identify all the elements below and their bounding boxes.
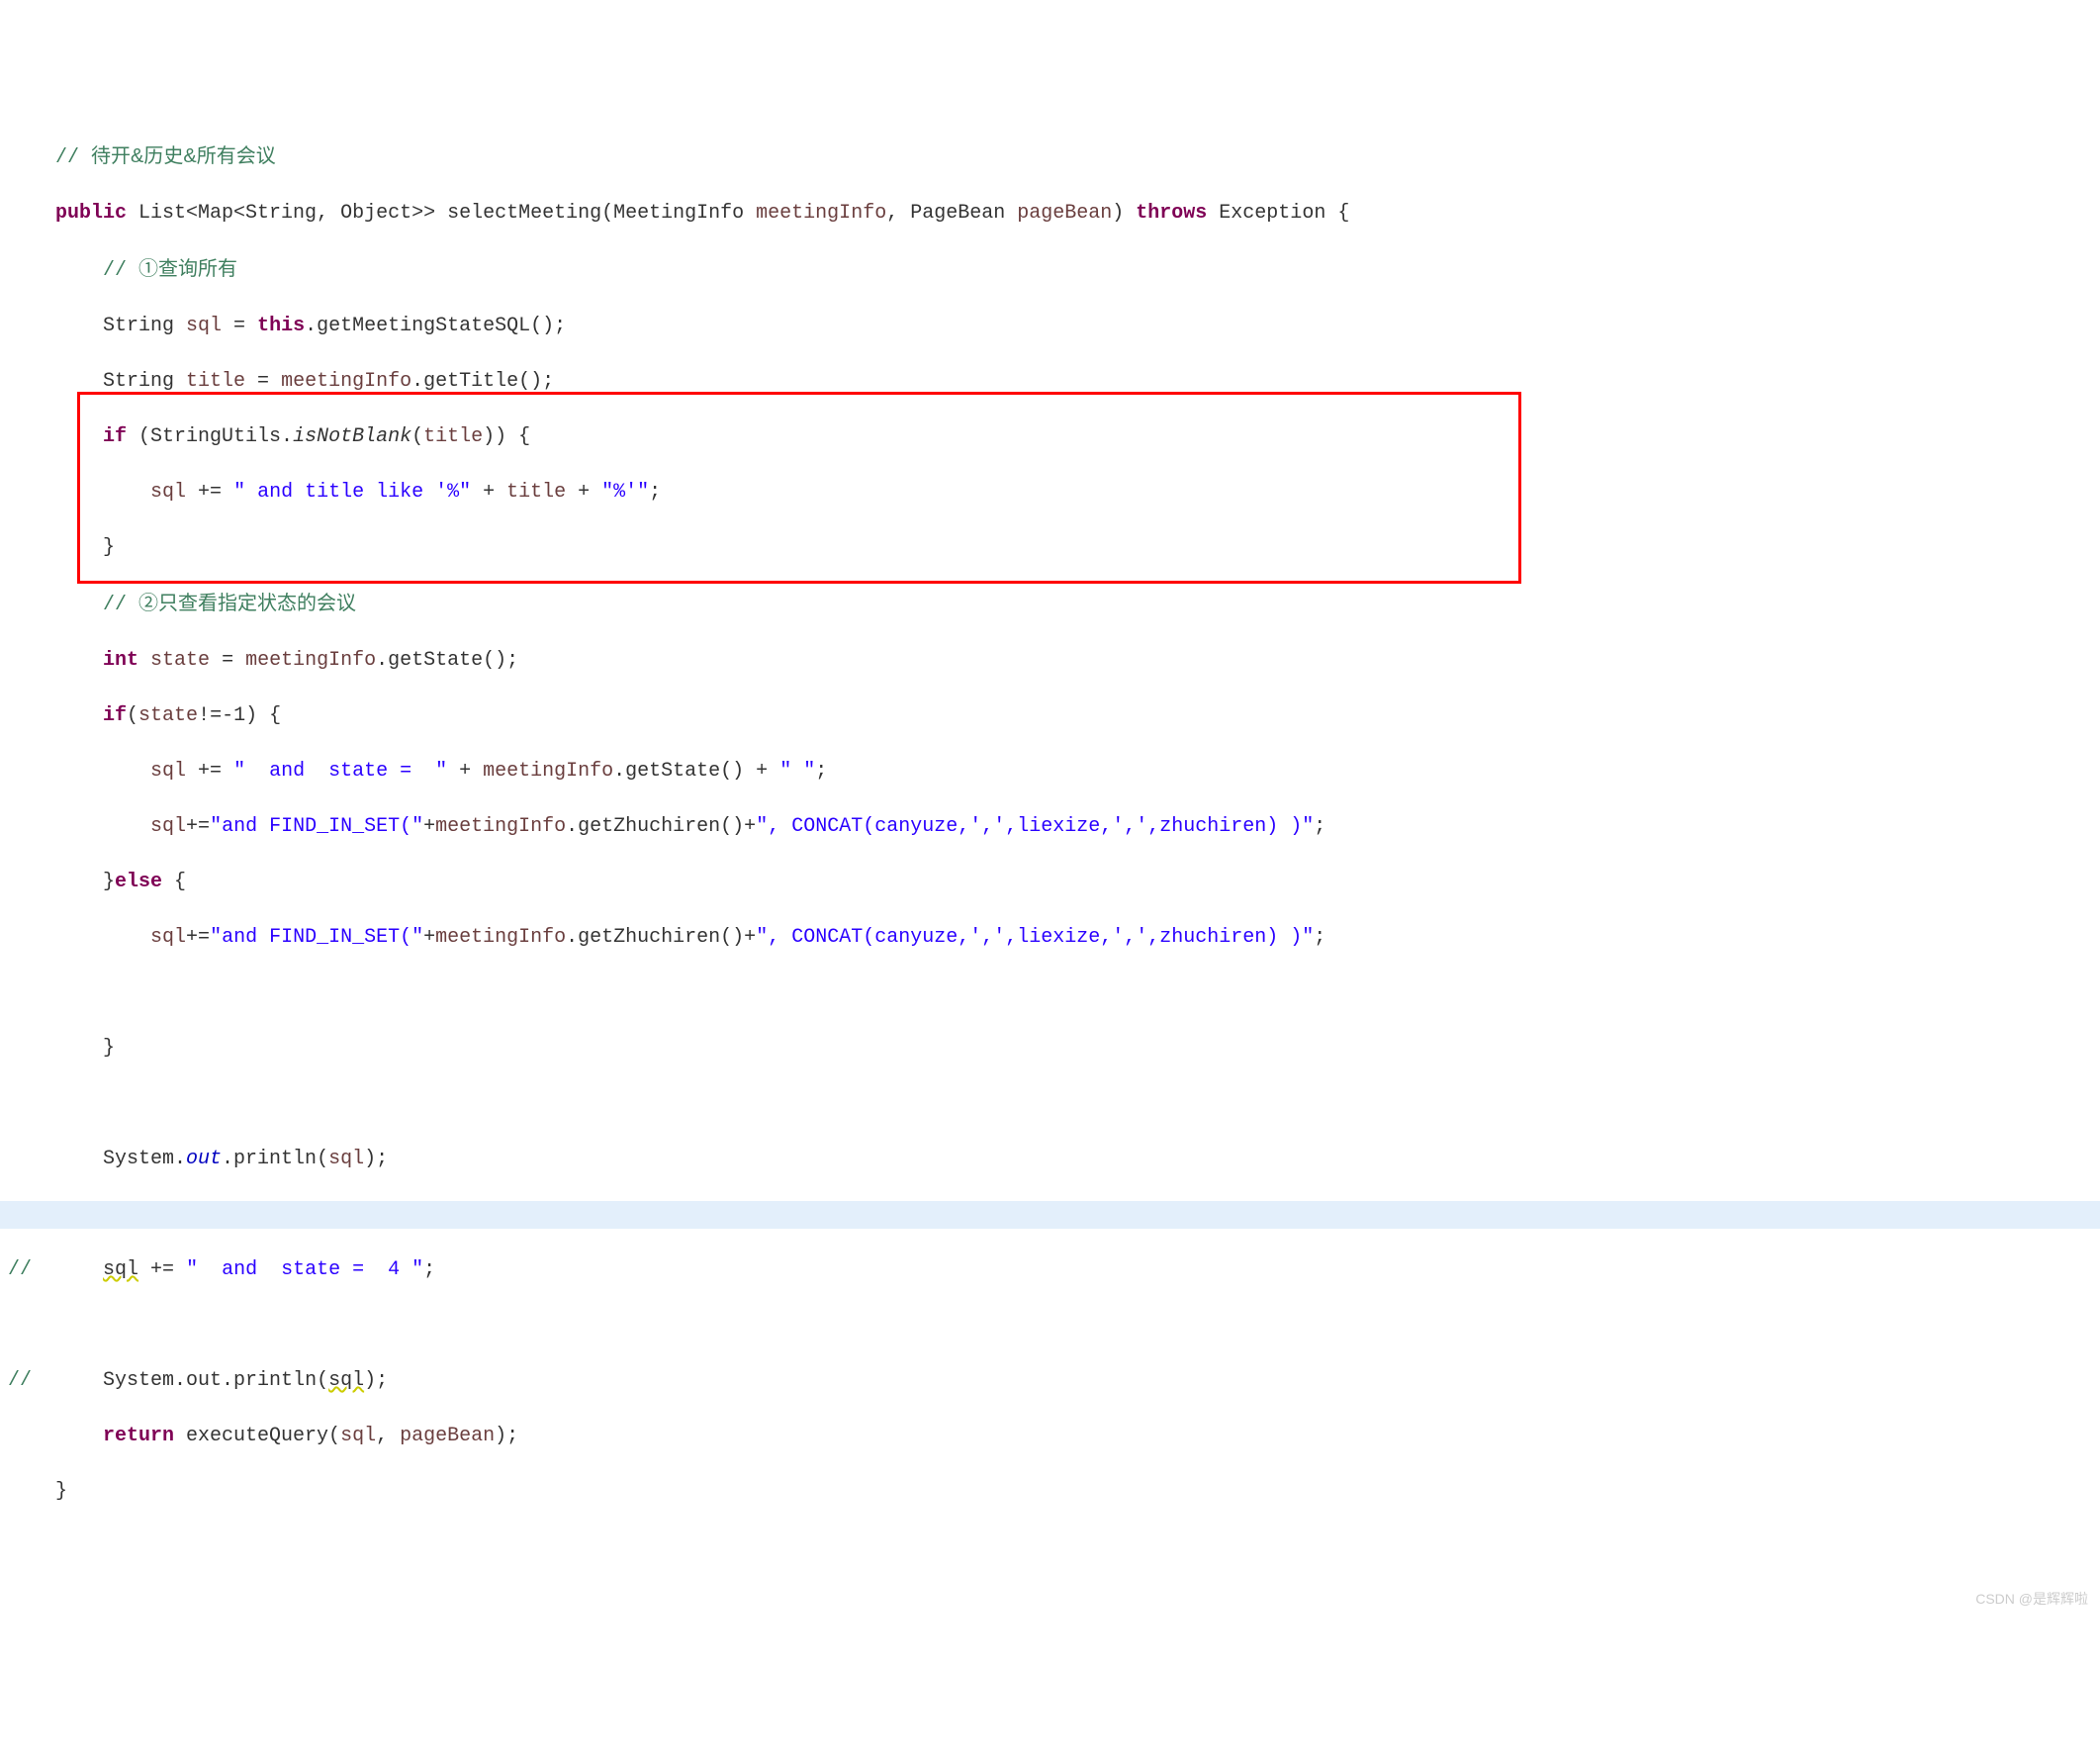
comment: // [103, 259, 138, 282]
code-line: } [0, 1035, 2100, 1063]
code-line: return executeQuery(sql, pageBean); [0, 1423, 2100, 1450]
string-literal: " and state = 4 " [186, 1258, 423, 1281]
keyword-throws: throws [1136, 202, 1207, 225]
keyword-if: if [103, 425, 127, 448]
code-line: } [0, 1478, 2100, 1506]
variable: state [150, 649, 210, 672]
code-line: System.out.println(sql); [0, 1146, 2100, 1173]
keyword-if: if [103, 704, 127, 727]
code-line-highlighted [0, 1201, 2100, 1229]
comment-text: ②只查看指定状态的会议 [138, 593, 356, 614]
variable: meetingInfo [281, 370, 411, 393]
keyword-else: else [115, 871, 162, 893]
param-type: MeetingInfo [613, 202, 756, 225]
code-line: String sql = this.getMeetingStateSQL(); [0, 313, 2100, 340]
method-name: selectMeeting [447, 202, 601, 225]
code-line: // 待开&历史&所有会议 [0, 142, 2100, 172]
variable: state [138, 704, 198, 727]
variable: sql [186, 315, 222, 337]
string-literal: "%'" [601, 481, 649, 504]
code-line [0, 1312, 2100, 1340]
variable: title [186, 370, 245, 393]
string-literal: " " [779, 760, 815, 783]
code-line: // ②只查看指定状态的会议 [0, 590, 2100, 619]
code-line: } [0, 534, 2100, 562]
variable: meetingInfo [245, 649, 376, 672]
code-line: // System.out.println(sql); [0, 1367, 2100, 1395]
param-name: meetingInfo [756, 202, 886, 225]
variable: sql [150, 926, 186, 949]
variable: sql [328, 1148, 364, 1170]
variable: meetingInfo [435, 926, 566, 949]
keyword-this: this [257, 315, 305, 337]
comment: // [55, 146, 91, 169]
string-literal: " and title like '%" [233, 481, 471, 504]
variable: sql [150, 760, 186, 783]
code-line: sql += " and state = " + meetingInfo.get… [0, 758, 2100, 786]
comment-marker: // [8, 1258, 32, 1281]
param-name: pageBean [1017, 202, 1112, 225]
variable: sql [340, 1425, 376, 1447]
type: String [103, 315, 186, 337]
code-line: // ①查询所有 [0, 255, 2100, 285]
variable: sql [150, 481, 186, 504]
variable: meetingInfo [483, 760, 613, 783]
variable: title [423, 425, 483, 448]
variable: sql [150, 815, 186, 838]
code-editor[interactable]: // 待开&历史&所有会议 public List<Map<String, Ob… [0, 111, 2100, 1620]
keyword-int: int [103, 649, 138, 672]
code-line [0, 1090, 2100, 1118]
param-type: PageBean [910, 202, 1017, 225]
watermark-text: CSDN @是辉辉啦 [1975, 1585, 2088, 1613]
type: String [103, 370, 186, 393]
string-literal: "and FIND_IN_SET(" [210, 815, 423, 838]
code-line: String title = meetingInfo.getTitle(); [0, 368, 2100, 396]
variable: pageBean [400, 1425, 495, 1447]
keyword-return: return [103, 1425, 174, 1447]
keyword-public: public [55, 202, 127, 225]
comment-marker: // [8, 1369, 32, 1392]
code-line: sql+="and FIND_IN_SET("+meetingInfo.getZ… [0, 924, 2100, 952]
string-literal: " and state = " [233, 760, 447, 783]
code-line [0, 979, 2100, 1007]
code-line: sql += " and title like '%" + title + "%… [0, 479, 2100, 507]
comment: // [103, 594, 138, 616]
string-literal: "and FIND_IN_SET(" [210, 926, 423, 949]
code-line: sql+="and FIND_IN_SET("+meetingInfo.getZ… [0, 813, 2100, 841]
string-literal: ", CONCAT(canyuze,',',liexize,',',zhuchi… [756, 926, 1314, 949]
string-literal: ", CONCAT(canyuze,',',liexize,',',zhuchi… [756, 815, 1314, 838]
static-method: isNotBlank [293, 425, 411, 448]
variable: sql [328, 1369, 364, 1392]
variable: meetingInfo [435, 815, 566, 838]
code-line: // sql += " and state = 4 "; [0, 1256, 2100, 1284]
comment-text: ①查询所有 [138, 258, 237, 280]
code-line: int state = meetingInfo.getState(); [0, 647, 2100, 675]
variable: title [506, 481, 566, 504]
variable: sql [103, 1258, 138, 1281]
comment-text: 待开&历史&所有会议 [91, 145, 276, 167]
static-field: out [186, 1148, 222, 1170]
code-line: if (StringUtils.isNotBlank(title)) { [0, 423, 2100, 451]
code-line: public List<Map<String, Object>> selectM… [0, 200, 2100, 228]
code-line: }else { [0, 869, 2100, 896]
code-line: if(state!=-1) { [0, 702, 2100, 730]
type: List<Map<String, Object>> [127, 202, 447, 225]
